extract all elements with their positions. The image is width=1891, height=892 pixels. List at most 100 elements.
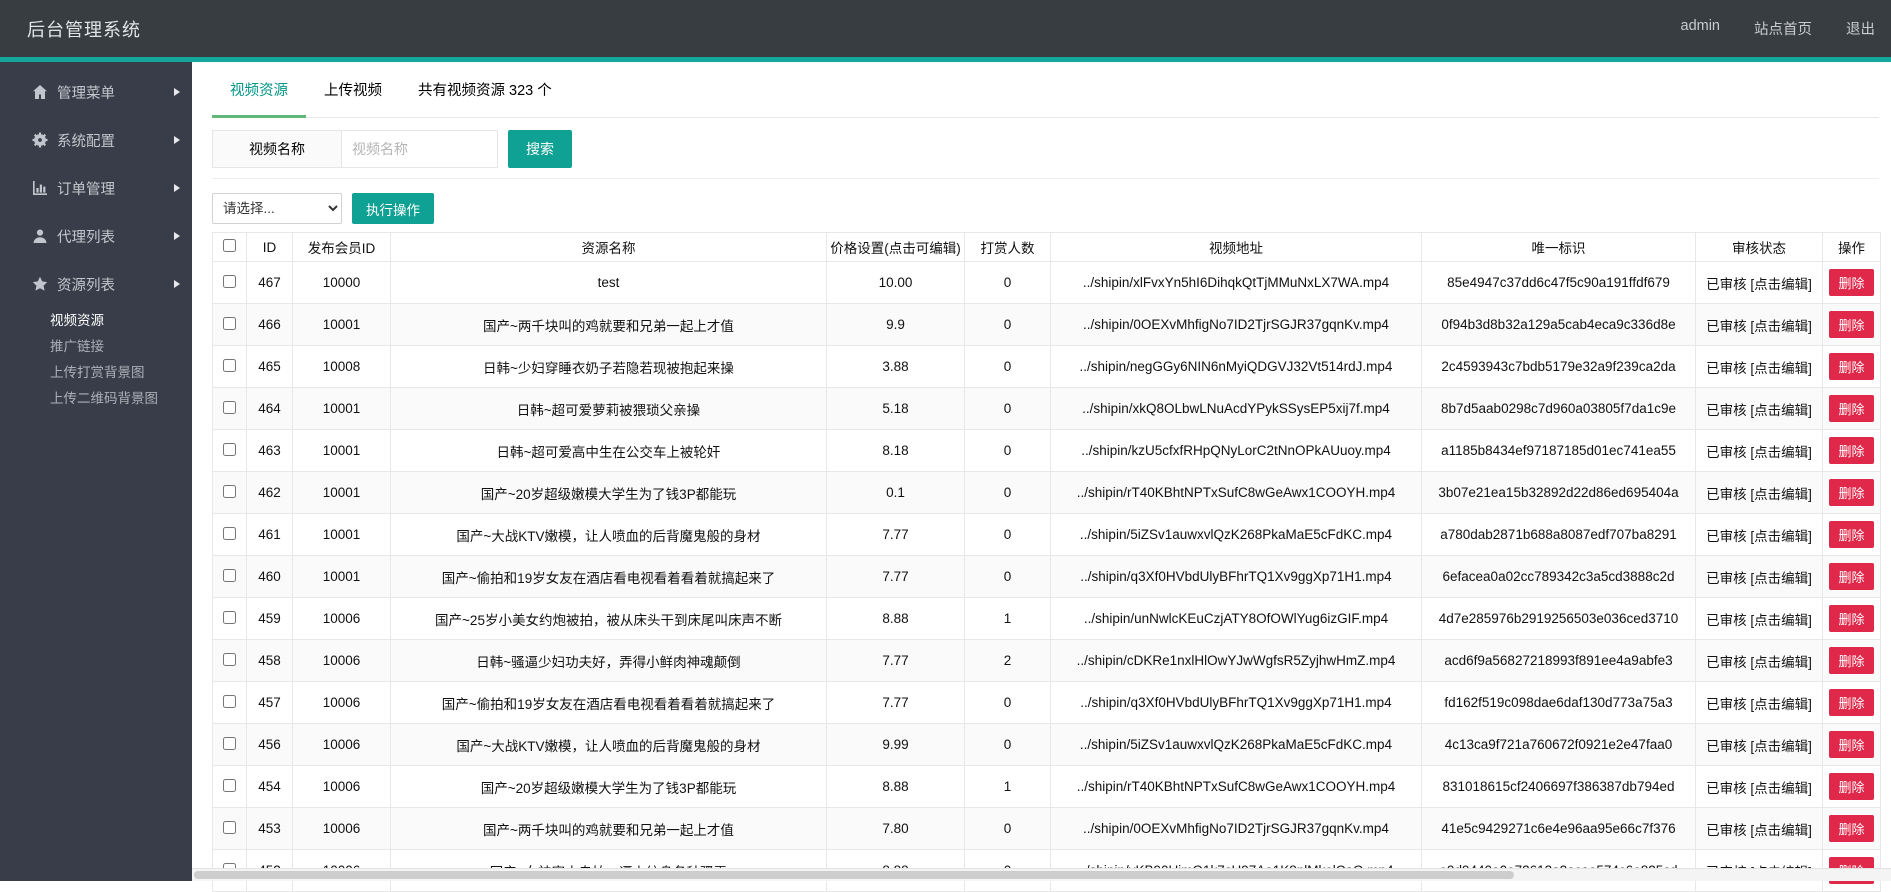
delete-button[interactable]: 删除: [1829, 731, 1873, 758]
row-checkbox[interactable]: [223, 737, 236, 750]
navbar-link-admin[interactable]: admin: [1681, 18, 1721, 39]
delete-button[interactable]: 删除: [1829, 437, 1873, 464]
cell-price-editable[interactable]: 8.18: [827, 430, 965, 472]
table-row: 457 10006 国产~偷拍和19岁女友在酒店看电视看着看着就搞起来了 7.7…: [213, 682, 1881, 724]
scrollbar-thumb[interactable]: [194, 871, 1514, 879]
cell-review-status[interactable]: 已审核 [点击编辑]: [1696, 388, 1823, 430]
cell-review-status[interactable]: 已审核 [点击编辑]: [1696, 766, 1823, 808]
chevron-right-icon: [174, 232, 180, 240]
cell-id: 465: [247, 346, 293, 388]
cell-price-editable[interactable]: 7.77: [827, 640, 965, 682]
table-body: 467 10000 test 10.00 0 ../shipin/xlFvxYn…: [213, 262, 1881, 892]
cell-review-status[interactable]: 已审核 [点击编辑]: [1696, 472, 1823, 514]
row-checkbox[interactable]: [223, 821, 236, 834]
delete-button[interactable]: 删除: [1829, 521, 1873, 548]
cell-review-status[interactable]: 已审核 [点击编辑]: [1696, 556, 1823, 598]
row-checkbox[interactable]: [223, 443, 236, 456]
cell-actions: 删除: [1823, 598, 1881, 640]
navbar-link-site-home[interactable]: 站点首页: [1754, 18, 1812, 39]
cell-review-status[interactable]: 已审核 [点击编辑]: [1696, 598, 1823, 640]
cell-review-status[interactable]: 已审核 [点击编辑]: [1696, 514, 1823, 556]
row-checkbox[interactable]: [223, 359, 236, 372]
cell-id: 458: [247, 640, 293, 682]
sidebar-subitem-upload-qrcode-bg[interactable]: 上传二维码背景图: [0, 386, 192, 412]
cell-review-status[interactable]: 已审核 [点击编辑]: [1696, 640, 1823, 682]
cell-price-editable[interactable]: 9.99: [827, 724, 965, 766]
sidebar-item-order-management[interactable]: 订单管理: [0, 164, 192, 212]
sidebar-item-label: 订单管理: [57, 178, 115, 199]
cell-price-editable[interactable]: 10.00: [827, 262, 965, 304]
delete-button[interactable]: 删除: [1829, 647, 1873, 674]
cell-price-editable[interactable]: 7.77: [827, 682, 965, 724]
tab-upload-video[interactable]: 上传视频: [306, 62, 400, 117]
delete-button[interactable]: 删除: [1829, 353, 1873, 380]
row-checkbox[interactable]: [223, 401, 236, 414]
cell-video-url: ../shipin/rT40KBhtNPTxSufC8wGeAwx1COOYH.…: [1051, 472, 1422, 514]
delete-button[interactable]: 删除: [1829, 605, 1873, 632]
cell-price-editable[interactable]: 7.77: [827, 556, 965, 598]
row-checkbox[interactable]: [223, 779, 236, 792]
video-name-input[interactable]: [342, 130, 498, 168]
cell-price-editable[interactable]: 7.80: [827, 808, 965, 850]
cell-price-editable[interactable]: 3.88: [827, 346, 965, 388]
sidebar-item-agent-list[interactable]: 代理列表: [0, 212, 192, 260]
sidebar-subitem-video-resources[interactable]: 视频资源: [0, 308, 192, 334]
cell-resource-name: 国产~两千块叫的鸡就要和兄弟一起上才值: [391, 808, 827, 850]
delete-button[interactable]: 删除: [1829, 269, 1873, 296]
batch-action-row: 请选择... 执行操作: [212, 193, 1891, 224]
horizontal-scrollbar[interactable]: [192, 868, 1891, 881]
cell-member-id: 10001: [293, 472, 391, 514]
cell-review-status[interactable]: 已审核 [点击编辑]: [1696, 430, 1823, 472]
cell-id: 459: [247, 598, 293, 640]
cell-price-editable[interactable]: 5.18: [827, 388, 965, 430]
cell-price-editable[interactable]: 9.9: [827, 304, 965, 346]
row-checkbox[interactable]: [223, 653, 236, 666]
select-all-checkbox[interactable]: [223, 239, 236, 252]
delete-button[interactable]: 删除: [1829, 815, 1873, 842]
cell-review-status[interactable]: 已审核 [点击编辑]: [1696, 304, 1823, 346]
row-checkbox[interactable]: [223, 485, 236, 498]
delete-button[interactable]: 删除: [1829, 395, 1873, 422]
cell-review-status[interactable]: 已审核 [点击编辑]: [1696, 724, 1823, 766]
delete-button[interactable]: 删除: [1829, 479, 1873, 506]
sidebar-subitem-promo-links[interactable]: 推广链接: [0, 334, 192, 360]
delete-button[interactable]: 删除: [1829, 563, 1873, 590]
search-button[interactable]: 搜索: [508, 130, 572, 168]
column-header: 审核状态: [1696, 233, 1823, 262]
delete-button[interactable]: 删除: [1829, 689, 1873, 716]
sidebar-subitem-upload-reward-bg[interactable]: 上传打赏背景图: [0, 360, 192, 386]
cell-reward-count: 1: [965, 598, 1051, 640]
delete-button[interactable]: 删除: [1829, 311, 1873, 338]
cell-id: 454: [247, 766, 293, 808]
cell-id: 462: [247, 472, 293, 514]
cell-review-status[interactable]: 已审核 [点击编辑]: [1696, 262, 1823, 304]
cell-actions: 删除: [1823, 262, 1881, 304]
cell-review-status[interactable]: 已审核 [点击编辑]: [1696, 808, 1823, 850]
batch-action-select[interactable]: 请选择...: [212, 193, 342, 224]
cell-price-editable[interactable]: 8.88: [827, 598, 965, 640]
navbar-link-logout[interactable]: 退出: [1846, 18, 1875, 39]
delete-button[interactable]: 删除: [1829, 773, 1873, 800]
row-checkbox[interactable]: [223, 611, 236, 624]
cell-actions: 删除: [1823, 304, 1881, 346]
row-checkbox[interactable]: [223, 569, 236, 582]
cell-review-status[interactable]: 已审核 [点击编辑]: [1696, 346, 1823, 388]
table-row: 458 10006 日韩~骚逼少妇功夫好，弄得小鲜肉神魂颠倒 7.77 2 ..…: [213, 640, 1881, 682]
sidebar-item-system-config[interactable]: 系统配置: [0, 116, 192, 164]
row-checkbox[interactable]: [223, 695, 236, 708]
cell-price-editable[interactable]: 8.88: [827, 766, 965, 808]
sidebar-item-resource-list[interactable]: 资源列表: [0, 260, 192, 308]
row-checkbox[interactable]: [223, 275, 236, 288]
cell-id: 457: [247, 682, 293, 724]
cell-member-id: 10001: [293, 556, 391, 598]
row-checkbox[interactable]: [223, 317, 236, 330]
chevron-right-icon: [174, 280, 180, 288]
cell-reward-count: 0: [965, 346, 1051, 388]
tab-video-resources[interactable]: 视频资源: [212, 62, 306, 117]
sidebar-item-admin-menu[interactable]: 管理菜单: [0, 68, 192, 116]
cell-review-status[interactable]: 已审核 [点击编辑]: [1696, 682, 1823, 724]
cell-price-editable[interactable]: 0.1: [827, 472, 965, 514]
execute-action-button[interactable]: 执行操作: [352, 193, 434, 224]
row-checkbox[interactable]: [223, 527, 236, 540]
cell-price-editable[interactable]: 7.77: [827, 514, 965, 556]
